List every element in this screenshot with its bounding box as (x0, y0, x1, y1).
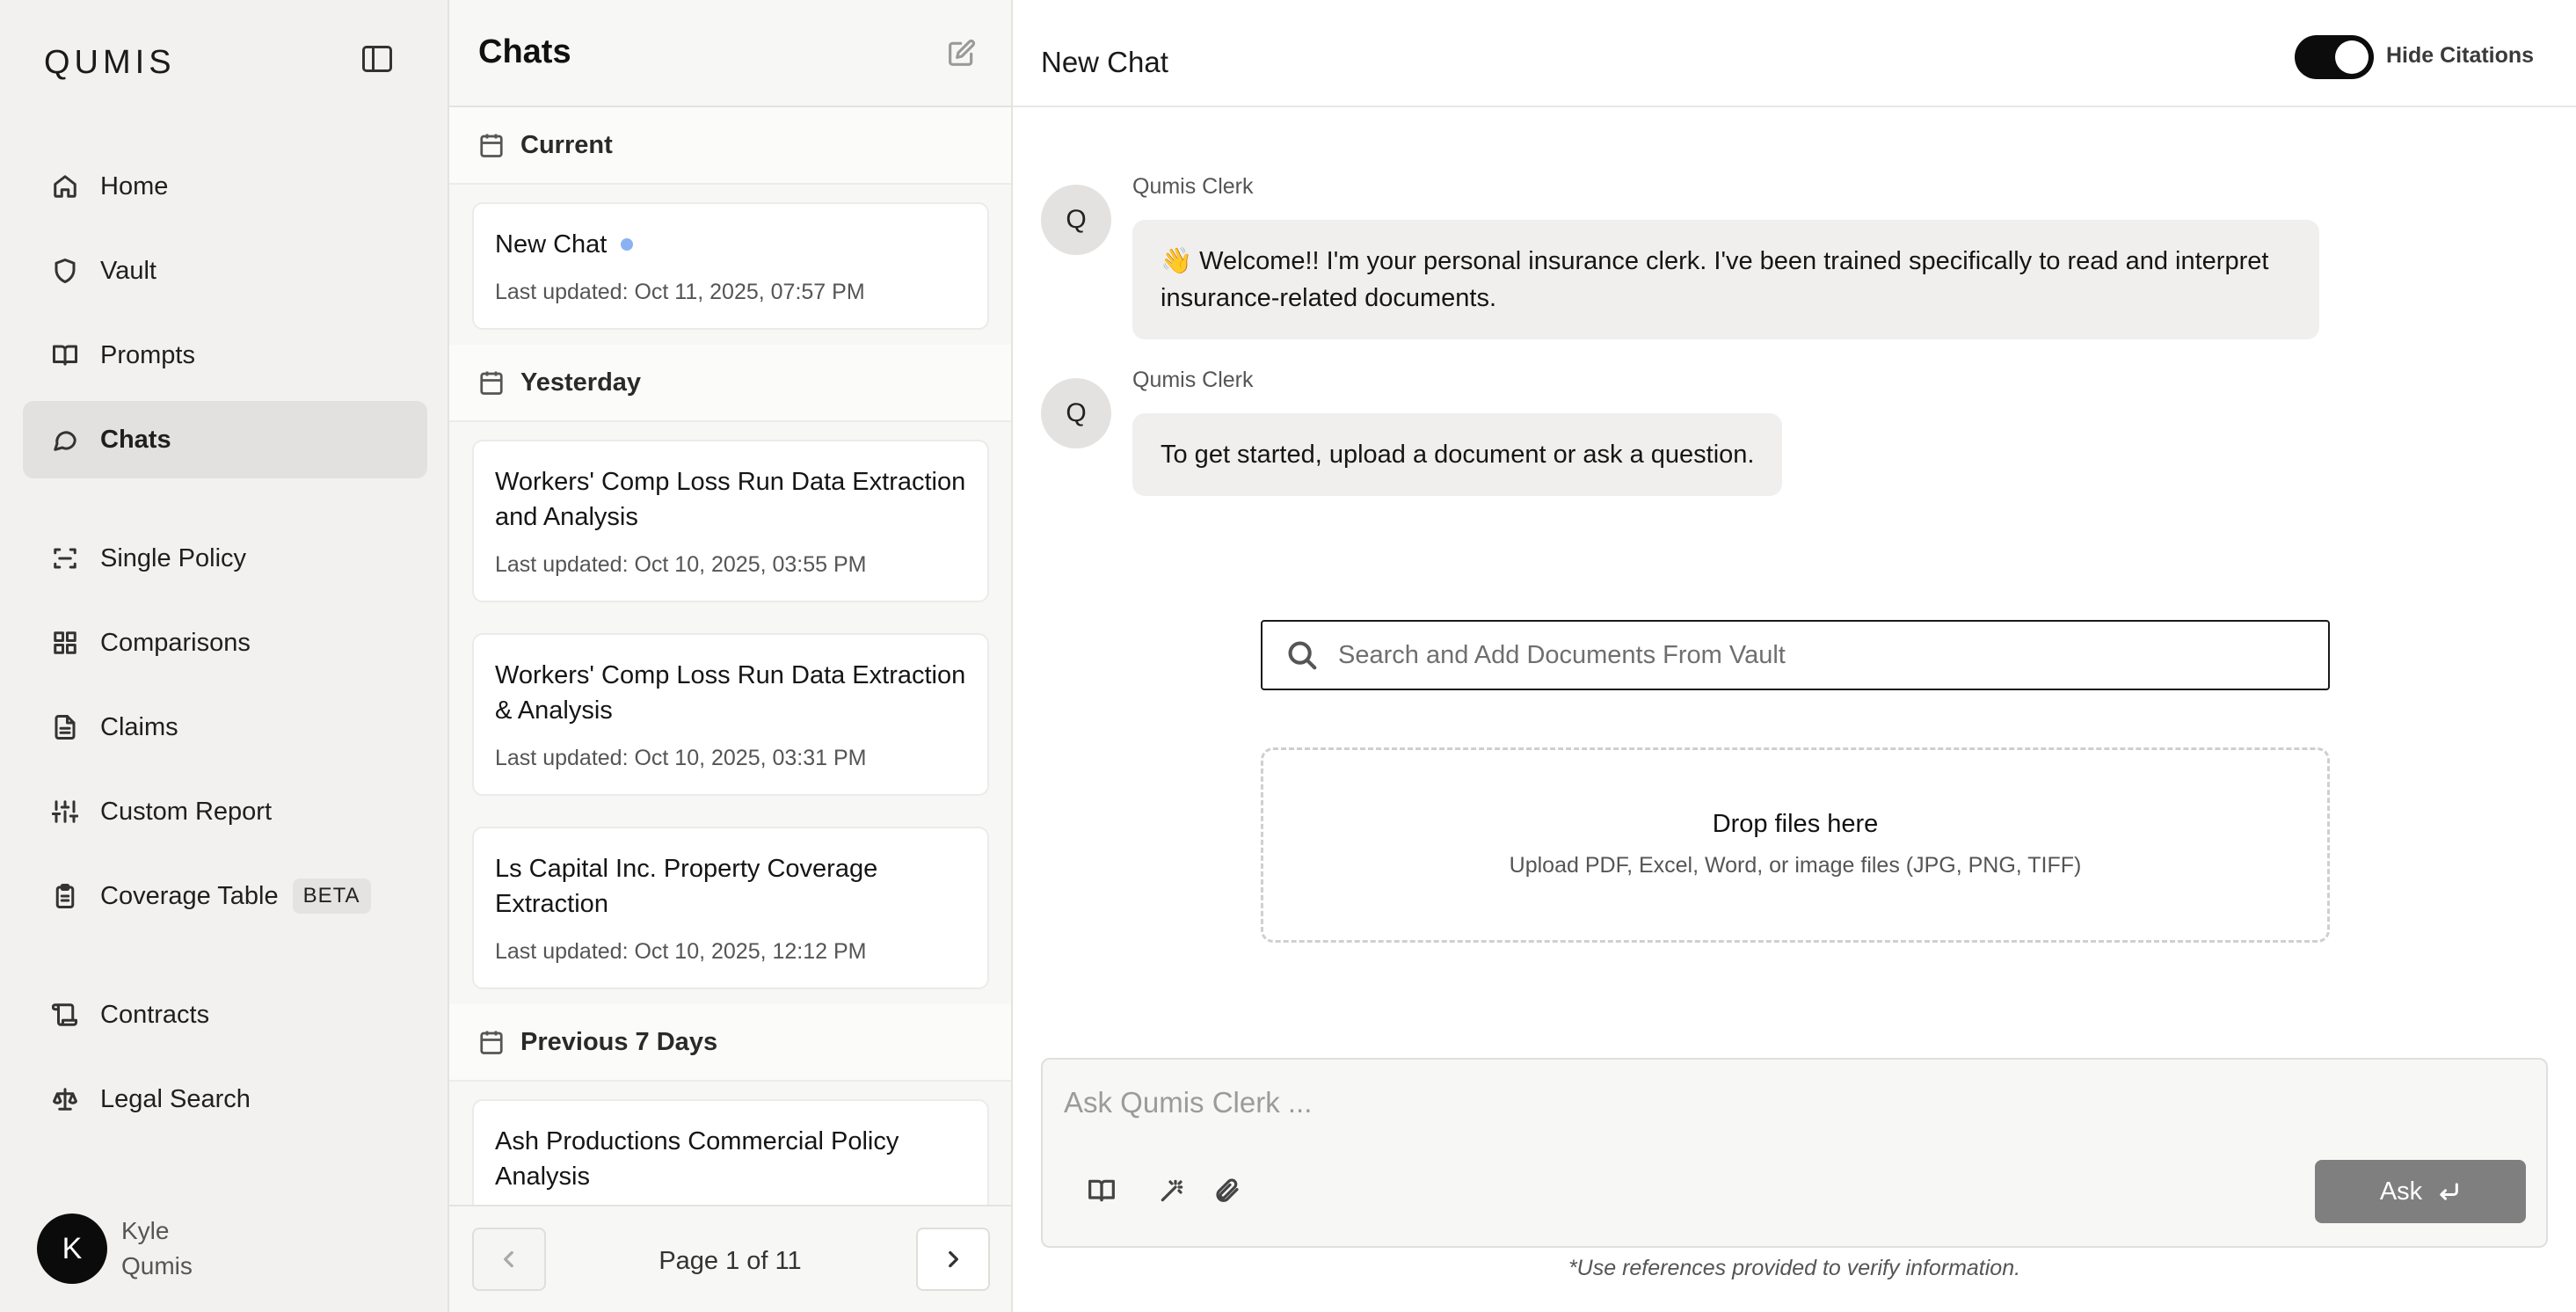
group-header-current: Current (449, 107, 1011, 185)
disclaimer: *Use references provided to verify infor… (1568, 1256, 2021, 1280)
qumis-logo[interactable]: QUMIS (44, 44, 176, 82)
pagination: Page 1 of 11 (449, 1205, 1011, 1312)
sliders-icon (51, 798, 79, 826)
chat-header: New Chat Hide Citations (1013, 0, 2576, 107)
user-profile[interactable]: K Kyle Qumis (37, 1214, 193, 1284)
sidebar-item-label: Home (100, 171, 169, 200)
vault-search-input[interactable] (1338, 640, 2288, 670)
sidebar-item-comparisons[interactable]: Comparisons (23, 604, 427, 682)
new-chat-edit-icon[interactable] (948, 39, 976, 71)
assistant-avatar: Q (1041, 378, 1111, 448)
sidebar-item-claims[interactable]: Claims (23, 689, 427, 766)
sidebar-item-custom-report[interactable]: Custom Report (23, 773, 427, 850)
file-dropzone[interactable]: Drop files here Upload PDF, Excel, Word,… (1261, 747, 2330, 943)
sidebar-item-label: Vault (100, 256, 156, 285)
chat-bubble-icon (51, 426, 79, 454)
chat-list-item[interactable]: Workers' Comp Loss Run Data Extraction a… (472, 440, 989, 602)
user-last-name: Qumis (121, 1252, 193, 1279)
book-icon (51, 341, 79, 369)
user-name: Kyle Qumis (121, 1214, 193, 1284)
unread-dot-icon (621, 238, 634, 251)
sidebar-item-contracts[interactable]: Contracts (23, 976, 427, 1053)
sidebar-toggle-icon[interactable] (362, 46, 392, 72)
group-label: Previous 7 Days (520, 1027, 718, 1056)
sidebar-item-chats[interactable]: Chats (23, 401, 427, 478)
chat-updated: Last updated: Oct 10, 2025, 12:12 PM (495, 939, 867, 964)
chat-updated: Last updated: Oct 11, 2025, 07:57 PM (495, 280, 865, 304)
sidebar-item-label: Prompts (100, 340, 195, 369)
chat-list-item[interactable]: Workers' Comp Loss Run Data Extraction &… (472, 633, 989, 796)
message-bubble: To get started, upload a document or ask… (1132, 413, 1783, 496)
sidebar-item-label: Contracts (100, 1000, 210, 1029)
home-icon (51, 172, 79, 200)
scroll-icon (51, 1001, 79, 1029)
chat-title: Ash Productions Commercial Policy Analys… (495, 1127, 899, 1191)
chevron-right-icon (949, 1250, 958, 1268)
search-icon (1288, 641, 1317, 670)
chat-updated: Last updated: Oct 10, 2025, 03:31 PM (495, 746, 867, 770)
sidebar-item-single-policy[interactable]: Single Policy (23, 520, 427, 597)
chat-title: New Chat (495, 230, 608, 259)
ask-input[interactable] (1064, 1086, 2383, 1130)
enter-icon (2440, 1183, 2459, 1200)
message-composer: Ask (1041, 1058, 2548, 1248)
user-first-name: Kyle (121, 1217, 170, 1244)
file-text-icon (51, 713, 79, 741)
sidebar-item-label: Chats (100, 425, 171, 454)
sidebar-item-label: Legal Search (100, 1084, 251, 1113)
chat-updated: Last updated: Oct 10, 2025, 03:55 PM (495, 552, 867, 577)
sidebar-item-label: Claims (100, 712, 178, 741)
sidebar-item-home[interactable]: Home (23, 148, 427, 225)
group-label: Current (520, 130, 613, 159)
next-page-button[interactable] (916, 1228, 990, 1291)
chat-list-item[interactable]: New Chat Last updated: Oct 11, 2025, 07:… (472, 202, 989, 330)
prompt-library-book-icon[interactable] (1081, 1170, 1122, 1211)
chat-title: Workers' Comp Loss Run Data Extraction a… (495, 468, 966, 531)
group-header-previous-7-days: Previous 7 Days (449, 1004, 1011, 1082)
chat-list-header: Chats (449, 0, 1011, 107)
sidebar-item-vault[interactable]: Vault (23, 232, 427, 310)
sidebar-item-label: Coverage Table (100, 881, 279, 910)
chat-list-title: Chats (478, 33, 571, 70)
ask-button-label: Ask (2379, 1177, 2423, 1206)
chat-title: New Chat (1041, 46, 1168, 78)
calendar-icon (480, 134, 503, 157)
hide-citations-toggle[interactable] (2295, 35, 2374, 79)
message-sender: Qumis Clerk (1132, 174, 1254, 199)
chat-list-panel: Chats Current New Chat Last updated: Oct… (449, 0, 1013, 1312)
ask-button[interactable]: Ask (2315, 1160, 2526, 1223)
scan-icon (51, 544, 79, 572)
group-header-yesterday: Yesterday (449, 345, 1011, 422)
sidebar-item-label: Custom Report (100, 797, 273, 826)
chat-title: Ls Capital Inc. Property Coverage Extrac… (495, 855, 878, 918)
chat-list-item[interactable]: Ls Capital Inc. Property Coverage Extrac… (472, 827, 989, 989)
assistant-avatar: Q (1041, 185, 1111, 255)
message-bubble: 👋 Welcome!! I'm your personal insurance … (1132, 220, 2319, 339)
message-sender: Qumis Clerk (1132, 368, 1254, 392)
sidebar-item-prompts[interactable]: Prompts (23, 317, 427, 394)
scale-icon (51, 1085, 79, 1113)
grid-icon (51, 629, 79, 657)
dropzone-subtitle: Upload PDF, Excel, Word, or image files … (1509, 853, 2082, 878)
beta-badge: BETA (292, 878, 371, 914)
sidebar-item-legal-search[interactable]: Legal Search (23, 1061, 427, 1138)
vault-search[interactable] (1261, 620, 2330, 690)
calendar-icon (480, 371, 503, 395)
magic-wand-icon[interactable] (1152, 1170, 1192, 1211)
dropzone-title: Drop files here (1712, 810, 1879, 838)
sidebar: QUMIS Home Vault Prompts Chats Single Po… (0, 0, 449, 1312)
shield-icon (51, 257, 79, 285)
sidebar-item-coverage-table[interactable]: Coverage Table BETA (23, 857, 427, 935)
clipboard-icon (51, 882, 79, 910)
sidebar-item-label: Single Policy (100, 543, 247, 572)
group-label: Yesterday (520, 368, 642, 397)
avatar: K (37, 1214, 107, 1284)
calendar-icon (480, 1031, 503, 1054)
chat-title: Workers' Comp Loss Run Data Extraction &… (495, 661, 966, 725)
hide-citations-label: Hide Citations (2386, 43, 2535, 68)
sidebar-item-label: Comparisons (100, 628, 251, 657)
paperclip-icon[interactable] (1206, 1170, 1247, 1211)
